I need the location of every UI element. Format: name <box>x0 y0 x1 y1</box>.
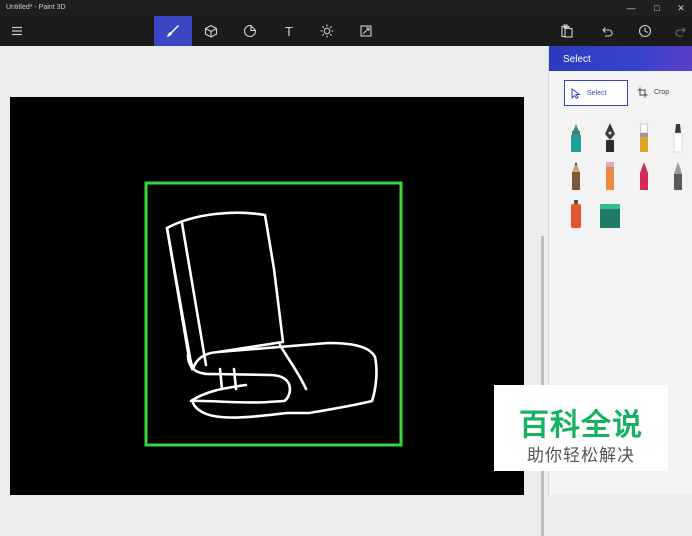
pencil-icon <box>606 162 614 190</box>
panel-title: Select <box>563 54 591 65</box>
spray-can-icon <box>571 200 581 228</box>
paste-button[interactable] <box>552 16 582 46</box>
history-icon <box>638 24 652 38</box>
redo-button[interactable] <box>666 16 692 46</box>
oil-brush[interactable] <box>632 122 656 154</box>
watercolor-brush[interactable] <box>666 122 690 154</box>
calligraphy-pen-brush[interactable] <box>598 122 622 154</box>
effects-tool[interactable] <box>308 16 346 46</box>
spray-can-brush[interactable] <box>564 198 588 230</box>
history-button[interactable] <box>630 16 660 46</box>
close-button[interactable]: ✕ <box>670 1 692 15</box>
undo-button[interactable] <box>592 16 622 46</box>
fill-bucket-icon <box>600 204 620 228</box>
watercolor-icon <box>673 124 683 153</box>
selection-box[interactable] <box>144 181 403 447</box>
canvas-tool[interactable] <box>347 16 385 46</box>
eraser-brush[interactable] <box>632 160 656 192</box>
crop-tab-label: Crop <box>654 88 670 96</box>
hamburger-icon <box>12 26 22 36</box>
watermark: 百科全说 助你轻松解决 <box>494 385 668 471</box>
drawing-canvas[interactable] <box>10 97 524 495</box>
panel-header: Select <box>549 46 692 71</box>
cursor-icon <box>571 87 581 99</box>
main-toolbar: T <box>0 16 692 46</box>
undo-icon <box>602 27 613 37</box>
pencil-brush[interactable] <box>598 160 622 192</box>
minimize-button[interactable]: — <box>620 1 642 15</box>
pen-icon <box>605 123 615 152</box>
crayon-icon <box>674 162 682 190</box>
marker-icon <box>571 124 581 152</box>
eraser-icon <box>640 162 648 190</box>
select-tab-label: Select <box>587 89 607 97</box>
stickers-tool[interactable] <box>231 16 269 46</box>
sticker-icon <box>243 24 257 38</box>
pixel-pen-brush[interactable] <box>564 160 588 192</box>
crop-icon <box>637 87 648 98</box>
window-title: Untitled* - Paint 3D <box>6 4 66 11</box>
crayon-brush[interactable] <box>666 160 690 192</box>
maximize-button[interactable]: □ <box>646 1 668 15</box>
menu-button[interactable] <box>0 16 34 46</box>
brush-grid <box>564 122 684 232</box>
marker-brush[interactable] <box>564 122 588 154</box>
fill-bucket-brush[interactable] <box>598 198 622 230</box>
3d-shapes-tool[interactable] <box>192 16 230 46</box>
sun-icon <box>320 24 334 38</box>
paste-icon <box>561 24 573 38</box>
canvas-resize-icon <box>360 25 372 37</box>
brush-icon <box>167 25 179 37</box>
redo-icon <box>675 27 686 37</box>
crop-tab[interactable]: Crop <box>631 80 669 104</box>
watermark-subtitle: 助你轻松解决 <box>527 446 635 465</box>
brushes-tool[interactable] <box>154 16 192 46</box>
pixel-pen-icon <box>572 162 580 190</box>
oil-brush-icon <box>639 123 649 152</box>
watermark-title: 百科全说 <box>519 409 643 442</box>
title-bar: Untitled* - Paint 3D — □ ✕ <box>0 0 692 16</box>
chair-drawing <box>144 181 403 447</box>
text-icon: T <box>285 23 293 39</box>
cube-icon <box>204 24 218 38</box>
chair-outline <box>165 211 378 419</box>
select-tab[interactable]: Select <box>564 80 628 106</box>
text-tool[interactable]: T <box>270 16 308 46</box>
